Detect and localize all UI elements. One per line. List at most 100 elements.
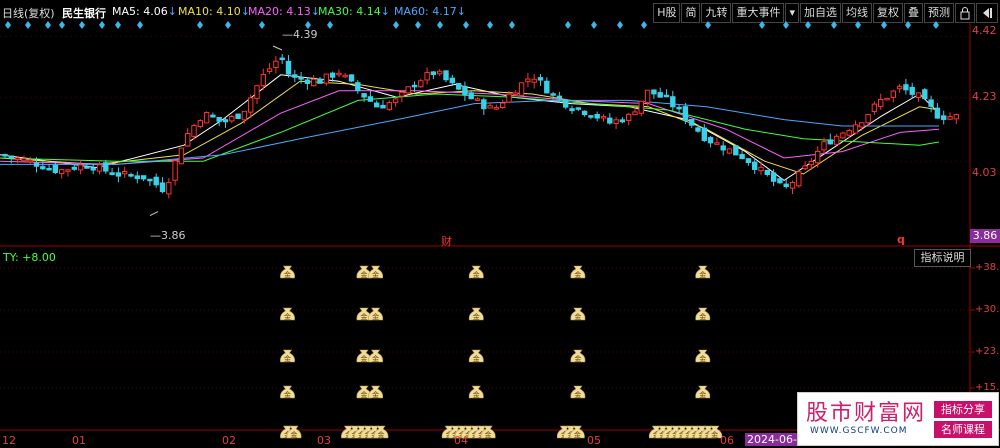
candle-body [581, 110, 588, 116]
candle-body [203, 112, 210, 124]
candle-body [695, 127, 701, 132]
candle-body [197, 120, 204, 127]
candle-body [518, 82, 525, 96]
candle-body [871, 103, 878, 113]
candle-body [720, 145, 726, 151]
candle-body [903, 84, 909, 91]
event-diamond-marker [25, 21, 31, 29]
candle-body [260, 73, 267, 87]
event-diamond-marker [855, 21, 861, 29]
candle-body [707, 137, 714, 144]
money-bag-icon: 金 [695, 349, 711, 363]
current-price-tag: 3.86 [970, 229, 1000, 243]
date-label: 12 [2, 434, 16, 447]
event-diamond-marker [45, 21, 51, 29]
indicator-tick-label: +38.0 [975, 262, 1000, 273]
low-pointer [149, 211, 159, 217]
event-diamond-marker [933, 21, 939, 29]
price-tick-label: 4.42 [972, 24, 997, 37]
candle-body [128, 174, 134, 177]
low-price-annotation: —3.86 [150, 229, 186, 242]
candle-body [531, 78, 537, 83]
candle-body [588, 115, 594, 118]
date-label: 02 [222, 434, 236, 447]
candle-body [487, 105, 493, 109]
money-bag-glyph: 金 [485, 430, 492, 439]
kline-chart[interactable]: 金金金金金金金金金金金金金金金金金金金金金金金金金金金金金金金金金金金金金金金金… [0, 0, 1000, 448]
event-diamond-marker [259, 21, 265, 29]
candle-body [953, 114, 959, 120]
candle-body [663, 94, 670, 98]
candle-body [329, 72, 336, 78]
money-bag-glyph: 金 [372, 270, 379, 279]
candle-body [859, 122, 865, 128]
event-diamond-marker [327, 21, 333, 29]
candle-body [808, 161, 815, 166]
money-bag-glyph: 金 [574, 312, 581, 321]
event-diamond-marker [591, 21, 597, 29]
candle-body [27, 159, 33, 163]
candle-body [468, 92, 474, 100]
money-bag-glyph: 金 [290, 430, 297, 439]
candle-body [279, 57, 285, 61]
money-bag-glyph: 金 [473, 270, 480, 279]
candle-body [846, 130, 852, 136]
candle-body [833, 135, 840, 145]
candle-body [229, 116, 235, 122]
candle-body [493, 107, 500, 110]
candle-body [865, 113, 871, 124]
candle-body [392, 98, 399, 104]
event-diamond-marker [509, 21, 515, 29]
candle-body [2, 153, 8, 157]
finance-marker[interactable]: 财 [441, 233, 452, 249]
candle-body [657, 92, 663, 98]
candle-body [153, 176, 159, 186]
candle-body [222, 119, 229, 123]
candle-body [386, 102, 393, 110]
candle-body [399, 91, 405, 97]
money-bag-glyph: 金 [284, 354, 291, 363]
candle-body [758, 166, 764, 172]
q-marker[interactable]: q [897, 233, 905, 246]
candle-body [59, 169, 65, 175]
price-tick-label: 4.23 [972, 90, 997, 103]
watermark-title: 股市财富网 [806, 401, 927, 426]
candle-body [342, 74, 348, 78]
indicator-tick-label: +30.0 [975, 304, 1000, 315]
money-bag-icon: 金 [468, 307, 484, 321]
candle-body [896, 85, 903, 90]
candle-body [71, 166, 77, 170]
money-bag-glyph: 金 [360, 270, 367, 279]
money-bag-glyph: 金 [372, 354, 379, 363]
event-diamond-marker [137, 21, 143, 29]
candle-body [764, 169, 770, 175]
candle-body [726, 148, 733, 154]
indicator-help-button[interactable]: 指标说明 [914, 249, 971, 267]
candle-body [563, 99, 569, 108]
candle-body [166, 182, 172, 195]
candle-body [430, 71, 437, 75]
candle-body [934, 107, 941, 119]
money-bag-glyph: 金 [574, 354, 581, 363]
money-bag-glyph: 金 [473, 390, 480, 399]
date-label: 05 [587, 434, 601, 447]
candle-body [928, 99, 934, 107]
candle-body [915, 92, 922, 99]
candle-body [14, 157, 21, 160]
money-bag-glyph: 金 [284, 390, 291, 399]
candle-body [701, 127, 707, 141]
candle-body [922, 89, 928, 100]
money-bag-icon: 金 [468, 385, 484, 399]
candle-body [500, 102, 506, 108]
candle-body [449, 77, 456, 84]
money-bag-glyph: 金 [473, 312, 480, 321]
money-bag-icon: 金 [695, 265, 711, 279]
candle-body [852, 124, 859, 134]
money-bag-glyph: 金 [372, 312, 379, 321]
money-bag-glyph: 金 [284, 270, 291, 279]
candle-body [90, 167, 96, 171]
candle-body [65, 169, 71, 172]
candle-body [77, 164, 84, 171]
candle-body [443, 70, 449, 81]
candle-body [317, 78, 323, 84]
